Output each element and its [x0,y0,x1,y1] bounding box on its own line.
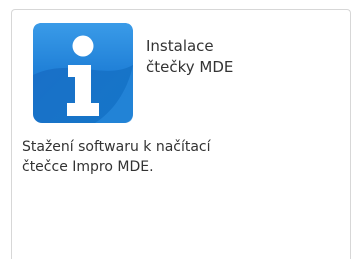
mde-reader-install-tile[interactable]: Instalace čtečky MDE Stažení softwaru k … [11,9,351,259]
tile-description: Stažení softwaru k načítací čtečce Impro… [22,137,322,177]
tile-description-line: čtečce Impro MDE. [22,159,154,175]
tile-title-line: Instalace [146,37,214,55]
tile-title[interactable]: Instalace čtečky MDE [146,36,336,78]
info-icon [33,23,133,123]
tile-description-line: Stažení softwaru k načítací [22,139,211,155]
tile-title-line: čtečky MDE [146,58,234,76]
